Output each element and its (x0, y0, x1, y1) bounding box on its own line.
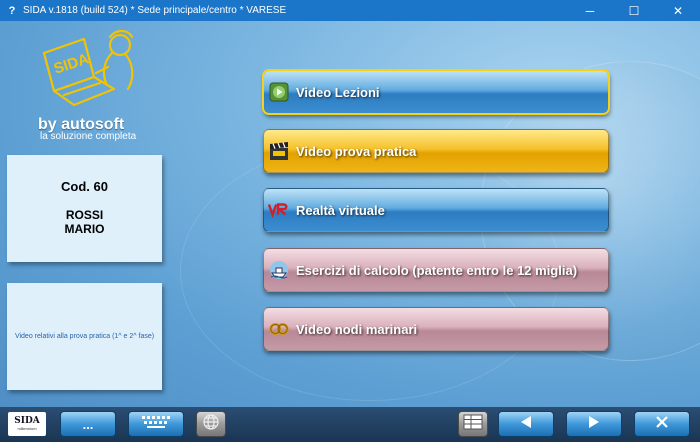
user-surname: ROSSI (65, 208, 104, 222)
sida-logo: SIDA (42, 29, 134, 107)
main-area: SIDA by autosoft la soluzione completa C… (0, 21, 700, 407)
menu-label: Video nodi marinari (296, 321, 418, 337)
menu-label: Esercizi di calcolo (patente entro le 12… (296, 262, 578, 278)
info-text: Video relativi alla prova pratica (1^ e … (14, 332, 155, 340)
menu-label: Video Lezioni (296, 84, 380, 100)
user-name: MARIO (64, 222, 105, 236)
next-button[interactable] (566, 411, 622, 437)
sida-millennium-logo: SIDA millennium (8, 412, 46, 436)
keyboard-icon (141, 415, 171, 434)
user-code: Cod. 60 (61, 179, 108, 194)
list-button[interactable] (458, 411, 488, 437)
video-prova-pratica-button[interactable]: Video prova pratica (263, 129, 609, 173)
close-icon (655, 415, 669, 434)
brand-tagline: la soluzione completa (40, 131, 137, 142)
close-window-button[interactable]: ✕ (656, 0, 700, 21)
list-icon (463, 414, 483, 435)
video-nodi-marinari-button[interactable]: Video nodi marinari (263, 307, 609, 351)
realta-virtuale-button[interactable]: Realtà virtuale (263, 188, 609, 232)
menu-label: Video prova pratica (296, 143, 417, 159)
keyboard-button[interactable] (128, 411, 184, 437)
esercizi-calcolo-button[interactable]: Esercizi di calcolo (patente entro le 12… (263, 248, 609, 292)
ship-icon (268, 259, 290, 281)
previous-button[interactable] (498, 411, 554, 437)
question-icon: ? (8, 4, 16, 17)
window-title: SIDA v.1818 (build 524) * Sede principal… (23, 5, 287, 16)
exit-button[interactable] (634, 411, 690, 437)
info-panel: Video relativi alla prova pratica (1^ e … (7, 283, 162, 390)
arrow-right-icon (587, 415, 601, 433)
knot-icon (268, 318, 290, 340)
menu-label: Realtà virtuale (296, 202, 385, 218)
bottom-toolbar: SIDA millennium ... (0, 407, 700, 442)
globe-button[interactable] (196, 411, 226, 437)
more-button[interactable]: ... (60, 411, 116, 437)
vr-icon (268, 199, 290, 221)
maximize-button[interactable]: ☐ (612, 0, 656, 21)
minimize-button[interactable]: ─ (568, 0, 612, 21)
play-icon (268, 81, 290, 103)
logo-text: SIDA (52, 50, 91, 77)
user-panel: Cod. 60 ROSSI MARIO (7, 155, 162, 262)
globe-icon (202, 413, 220, 436)
title-bar: ? SIDA v.1818 (build 524) * Sede princip… (0, 0, 700, 21)
clapperboard-icon (268, 140, 290, 162)
arrow-left-icon (519, 415, 533, 433)
video-lezioni-button[interactable]: Video Lezioni (262, 69, 610, 115)
